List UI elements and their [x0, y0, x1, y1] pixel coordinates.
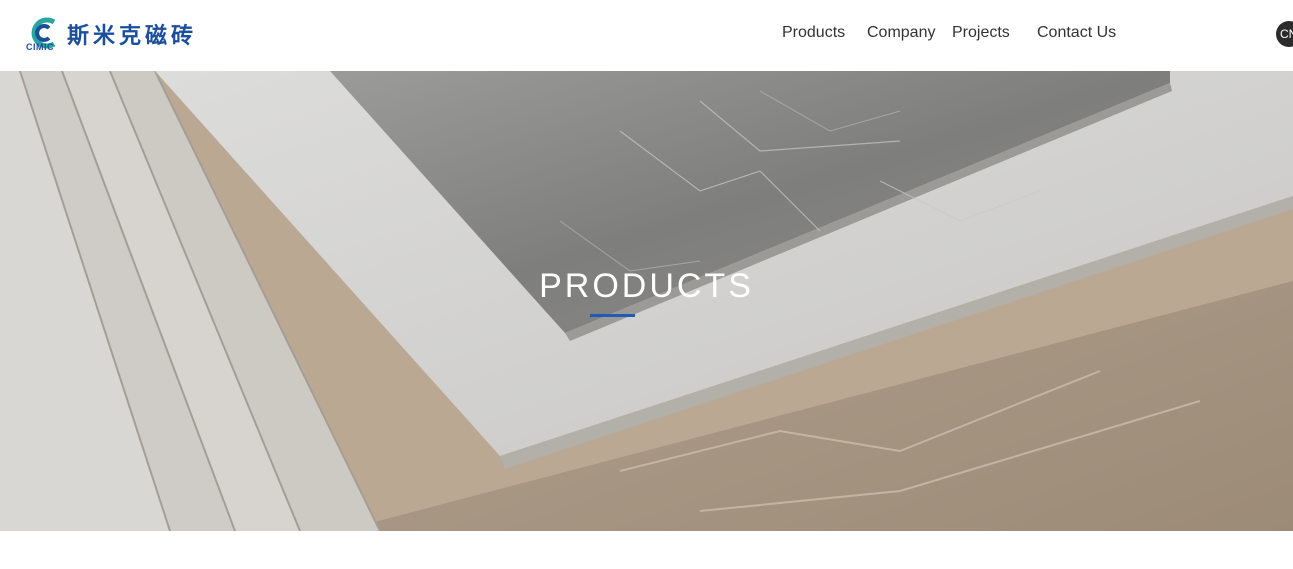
site-header: 斯米克磁砖 CIMIC Products Company Projects Co… [0, 0, 1293, 71]
brand-logo[interactable]: 斯米克磁砖 CIMIC [24, 14, 214, 54]
language-switch-button[interactable]: CN [1276, 21, 1293, 47]
nav-item-products[interactable]: Products [782, 24, 845, 42]
nav-item-projects[interactable]: Projects [952, 24, 1010, 42]
logo-subtext: CIMIC [26, 42, 54, 52]
page-content-area [0, 531, 1293, 569]
hero-title: PRODUCTS [539, 267, 754, 305]
nav-item-company[interactable]: Company [867, 24, 935, 42]
logo-text: 斯米克磁砖 [67, 24, 198, 49]
hero-banner: PRODUCTS [0, 71, 1293, 531]
nav-item-contact-us[interactable]: Contact Us [1037, 24, 1116, 42]
hero-title-underline [590, 314, 635, 317]
